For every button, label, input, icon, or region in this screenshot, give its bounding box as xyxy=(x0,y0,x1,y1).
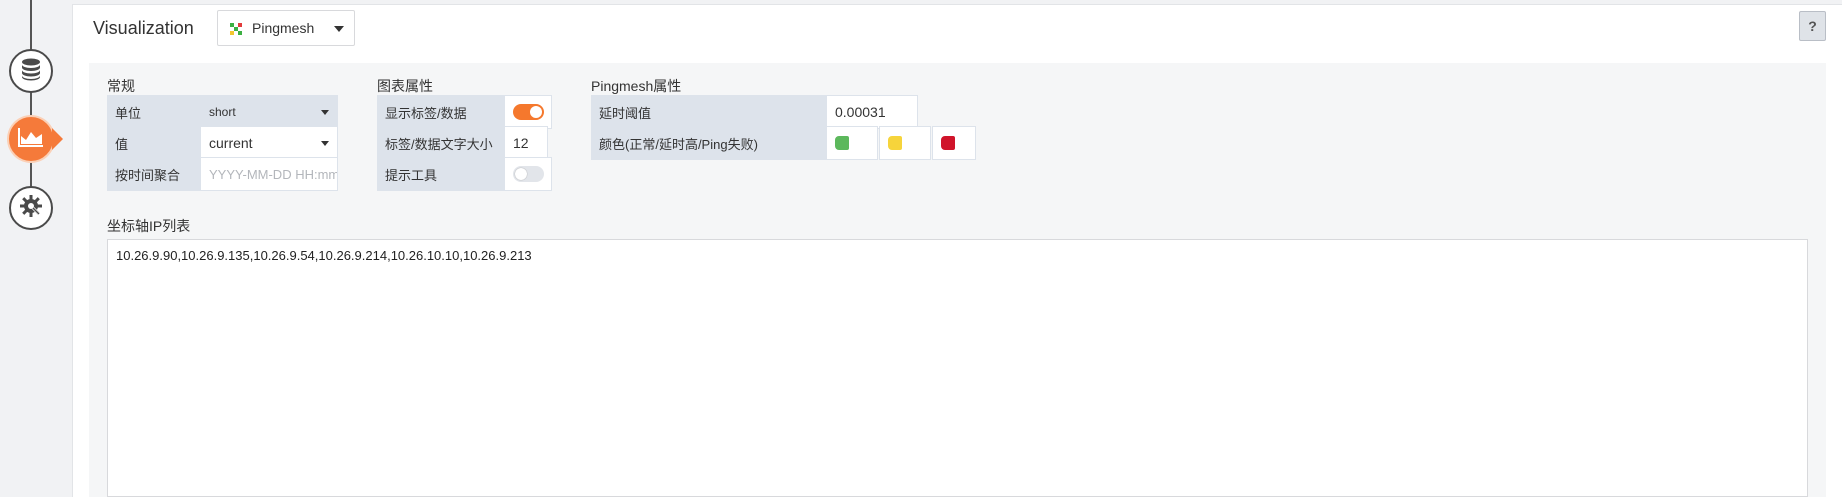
aggregate-row: 按时间聚合 YYYY-MM-DD HH:mm... xyxy=(107,157,338,191)
visualization-type-select[interactable]: Pingmesh xyxy=(217,10,355,46)
show-labels-toggle[interactable] xyxy=(513,104,544,120)
settings-step-button[interactable] xyxy=(9,186,53,230)
ip-list-value: 10.26.9.90,10.26.9.135,10.26.9.54,10.26.… xyxy=(116,248,532,263)
value-select[interactable]: current xyxy=(200,126,338,160)
unit-value: short xyxy=(209,105,236,119)
colors-row: 颜色(正常/延时高/Ping失败) xyxy=(591,126,977,160)
show-labels-label: 显示标签/数据 xyxy=(377,95,504,129)
rail-connector xyxy=(30,0,32,50)
general-section-title: 常规 xyxy=(107,78,135,94)
visualization-type-value: Pingmesh xyxy=(252,20,315,36)
threshold-value: 0.00031 xyxy=(835,104,886,120)
threshold-label: 延时阈值 xyxy=(591,95,826,129)
color-normal-swatch xyxy=(835,136,849,150)
color-normal-picker[interactable] xyxy=(826,126,878,160)
panel-title: Visualization xyxy=(93,18,194,38)
color-high-latency-picker[interactable] xyxy=(879,126,931,160)
chart-props-section-title: 图表属性 xyxy=(377,78,433,94)
color-high-latency-swatch xyxy=(888,136,902,150)
chevron-down-icon xyxy=(321,110,329,115)
unit-select[interactable]: short xyxy=(200,95,338,129)
value-label: 值 xyxy=(107,126,200,160)
active-step-pointer xyxy=(52,128,63,150)
value-value: current xyxy=(209,135,253,151)
tooltip-label: 提示工具 xyxy=(377,157,504,191)
aggregate-input[interactable]: YYYY-MM-DD HH:mm... xyxy=(200,157,338,191)
tooltip-toggle-box xyxy=(504,157,552,191)
color-ping-failed-swatch xyxy=(941,136,955,150)
editor-step-rail xyxy=(0,0,72,497)
value-row: 值 current xyxy=(107,126,338,160)
tooltip-toggle[interactable] xyxy=(513,166,544,182)
area-chart-icon xyxy=(17,126,45,153)
visualization-step-button[interactable] xyxy=(9,117,53,161)
panel-header: Visualization Pingmesh ? xyxy=(73,5,1842,61)
pingmesh-props-section-title: Pingmesh属性 xyxy=(591,78,682,94)
ip-list-textarea[interactable]: 10.26.9.90,10.26.9.135,10.26.9.54,10.26.… xyxy=(107,239,1808,497)
chevron-down-icon xyxy=(321,141,329,146)
label-size-label: 标签/数据文字大小 xyxy=(377,126,504,160)
gear-wrench-icon xyxy=(18,193,44,224)
show-labels-row: 显示标签/数据 xyxy=(377,95,552,129)
help-button[interactable]: ? xyxy=(1799,11,1826,41)
ip-list-section-title: 坐标轴IP列表 xyxy=(107,218,191,234)
chevron-down-icon xyxy=(334,26,344,32)
colors-label: 颜色(正常/延时高/Ping失败) xyxy=(591,126,826,160)
label-size-row: 标签/数据文字大小 12 xyxy=(377,126,548,160)
options-area: 常规 单位 short 值 current 按时间聚合 YYYY-MM-DD H… xyxy=(89,63,1826,497)
pingmesh-grid-icon xyxy=(230,22,242,35)
database-icon xyxy=(18,56,44,87)
tooltip-row: 提示工具 xyxy=(377,157,552,191)
unit-label: 单位 xyxy=(107,95,200,129)
data-source-step-button[interactable] xyxy=(9,49,53,93)
threshold-row: 延时阈值 0.00031 xyxy=(591,95,918,129)
unit-row: 单位 short xyxy=(107,95,338,129)
label-size-input[interactable]: 12 xyxy=(504,126,548,160)
show-labels-toggle-box xyxy=(504,95,552,129)
threshold-input[interactable]: 0.00031 xyxy=(826,95,918,129)
color-ping-failed-picker[interactable] xyxy=(932,126,976,160)
aggregate-placeholder: YYYY-MM-DD HH:mm... xyxy=(209,166,337,182)
label-size-value: 12 xyxy=(513,135,529,151)
aggregate-label: 按时间聚合 xyxy=(107,157,200,191)
visualization-panel: Visualization Pingmesh ? 常规 单位 short 值 c… xyxy=(72,4,1842,497)
